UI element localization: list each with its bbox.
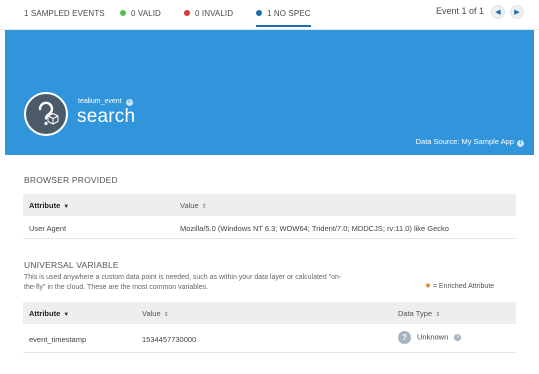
tab-valid-label: 0 VALID <box>131 9 161 18</box>
table-row: User Agent Mozilla/5.0 (Windows NT 6.3; … <box>23 217 516 239</box>
value-column-header[interactable]: Value ⇕ <box>180 201 207 210</box>
tab-no-spec[interactable]: 1 NO SPEC <box>256 9 311 27</box>
event-header: tealium_event i search Data Source: My Sa… <box>5 30 534 155</box>
enriched-star-icon: ✸ <box>425 283 431 290</box>
sort-icon: ⇕ <box>435 312 441 318</box>
data-type-text: Unknown <box>417 332 449 342</box>
attribute-column-header[interactable]: Attribute ▼ <box>29 309 69 318</box>
valid-dot-icon <box>120 10 126 16</box>
previous-event-button[interactable]: ◀ <box>491 5 505 19</box>
info-icon[interactable]: i <box>125 99 133 106</box>
event-details: BROWSER PROVIDED Attribute ▼ Value ⇕ User … <box>5 155 534 374</box>
data-type-column-label: Data Type <box>398 309 433 318</box>
event-filter-bar: 1 SAMPLED EVENTS 0 VALID 0 INVALID 1 NO … <box>0 0 539 30</box>
value-column-label: Value <box>142 309 161 318</box>
enriched-label: = Enriched Attribute <box>432 283 495 290</box>
data-type-column-header[interactable]: Data Type ⇕ <box>398 309 440 318</box>
universal-variable-description: This is used anywhere a custom data poin… <box>24 273 404 293</box>
active-tab-underline <box>256 25 311 27</box>
tab-invalid-label: 0 INVALID <box>195 9 234 18</box>
data-type-cell: ? Unknown i <box>398 331 462 344</box>
data-source: Data Source: My Sample App i <box>416 137 524 147</box>
browser-provided-title: BROWSER PROVIDED <box>24 175 118 185</box>
attribute-column-label: Attribute <box>29 309 61 318</box>
description-line-2: the-fly" in the cloud. These are the mos… <box>24 284 209 291</box>
data-source-text: Data Source: My Sample App <box>415 137 514 146</box>
chevron-right-icon: ▶ <box>514 8 520 16</box>
attribute-cell: event_timestamp <box>29 335 87 344</box>
tab-invalid[interactable]: 0 INVALID <box>184 9 233 21</box>
enriched-attribute-legend: ✸ = Enriched Attribute <box>425 282 494 290</box>
sort-icon: ⇕ <box>201 204 207 210</box>
question-mark-icon: ? <box>398 331 411 344</box>
invalid-dot-icon <box>184 10 190 16</box>
sort-down-icon: ▼ <box>63 204 70 210</box>
sort-icon: ⇕ <box>163 312 169 318</box>
value-cell: Mozilla/5.0 (Windows NT 6.3; WOW64; Trid… <box>180 224 449 233</box>
universal-variable-title: UNIVERSAL VARIABLE <box>24 260 119 270</box>
tab-valid[interactable]: 0 VALID <box>120 9 161 21</box>
description-line-1: This is used anywhere a custom data poin… <box>24 274 342 281</box>
value-column-header[interactable]: Value ⇕ <box>142 309 169 318</box>
universal-table-header: Attribute ▼ Value ⇕ Data Type ⇕ <box>23 302 516 324</box>
sort-down-icon: ▼ <box>63 312 70 318</box>
attribute-column-label: Attribute <box>29 201 61 210</box>
value-cell: 1534457730000 <box>142 335 197 344</box>
tab-sampled-events-label: 1 SAMPLED EVENTS <box>24 9 105 18</box>
data-source-info-icon[interactable]: i <box>517 140 524 147</box>
chevron-left-icon: ◀ <box>495 8 501 16</box>
event-name: search <box>77 106 136 127</box>
tab-no-spec-label: 1 NO SPEC <box>267 9 311 18</box>
unknown-event-icon <box>24 92 68 136</box>
table-row: event_timestamp 1534457730000 ? Unknown i <box>23 325 516 353</box>
attribute-cell: User Agent <box>29 224 67 233</box>
value-column-label: Value <box>180 201 199 210</box>
event-counter: Event 1 of 1 <box>436 6 485 16</box>
tab-sampled-events[interactable]: 1 SAMPLED EVENTS <box>24 9 105 21</box>
no-spec-dot-icon <box>256 10 262 16</box>
info-icon[interactable]: i <box>454 334 462 341</box>
next-event-button[interactable]: ▶ <box>510 5 524 19</box>
attribute-column-header[interactable]: Attribute ▼ <box>29 201 69 210</box>
browser-table-header: Attribute ▼ Value ⇕ <box>23 194 516 216</box>
event-type-text: tealium_event <box>78 98 122 105</box>
event-type-label: tealium_event i <box>78 98 133 106</box>
